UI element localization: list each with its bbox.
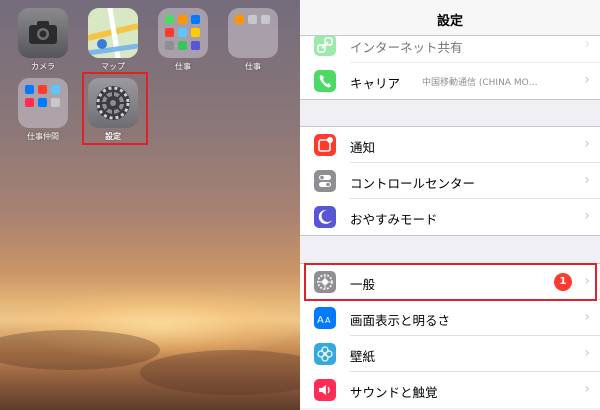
chevron-right-icon: › (584, 72, 590, 88)
chevron-right-icon: › (584, 172, 590, 188)
chevron-right-icon: › (584, 36, 590, 52)
settings-row-display-brightness[interactable]: AA 画面表示と明るさ › (300, 300, 600, 336)
folder-label: 仕事 (245, 62, 261, 71)
chevron-right-icon: › (584, 208, 590, 224)
carrier-name: 中国移動通信 (CHINA MO… (422, 78, 538, 88)
toggle-icon (314, 170, 336, 192)
cloud (140, 350, 300, 395)
settings-row-label: コントロールセンター (350, 176, 476, 191)
settings-group-network: インターネット共有 › キャリア 中国移動通信 (CHINA MO… › (300, 26, 600, 100)
settings-row-carrier[interactable]: キャリア 中国移動通信 (CHINA MO… › (300, 63, 600, 99)
page-title: 設定 (436, 14, 463, 29)
notification-icon (314, 134, 336, 156)
general-highlight-box (304, 263, 597, 301)
settings-row-sounds-haptics[interactable]: サウンドと触覚 › (300, 372, 600, 408)
settings-row-wallpaper[interactable]: 壁紙 › (300, 336, 600, 372)
chevron-right-icon: › (584, 381, 590, 397)
settings-screen: 設定 インターネット共有 › キャリア 中国移動通信 (CHINA MO… › … (300, 0, 600, 410)
settings-row-label: インターネット共有 (350, 40, 463, 55)
folder-icon[interactable] (18, 78, 68, 128)
settings-row-label: 画面表示と明るさ (350, 313, 451, 328)
settings-group-notifications: 通知 › コントロールセンター › おやすみモード › (300, 126, 600, 236)
camera-app-icon[interactable] (18, 8, 68, 58)
cloud (0, 330, 160, 370)
speaker-icon (314, 379, 336, 401)
settings-row-notifications[interactable]: 通知 › (300, 127, 600, 163)
flower-icon (314, 343, 336, 365)
maps-app-icon[interactable] (88, 8, 138, 58)
settings-row-do-not-disturb[interactable]: おやすみモード › (300, 199, 600, 235)
navigation-bar: 設定 (300, 0, 600, 36)
settings-row-label: 壁紙 (350, 349, 376, 364)
chevron-right-icon: › (584, 345, 590, 361)
settings-row-label: キャリア (350, 76, 401, 91)
camera-icon (29, 21, 57, 44)
folder-label: 仕事 (175, 62, 191, 71)
home-screen: カメラ マップ 仕事 仕事 仕事仲間 設定 (0, 0, 300, 410)
settings-row-control-center[interactable]: コントロールセンター › (300, 163, 600, 199)
settings-row-label: おやすみモード (350, 212, 438, 227)
settings-highlight-box (82, 72, 148, 145)
folder-icon[interactable] (228, 8, 278, 58)
settings-row-label: サウンドと触覚 (350, 385, 438, 400)
camera-app-label: カメラ (31, 62, 55, 71)
folder-icon[interactable] (158, 8, 208, 58)
maps-app-label: マップ (101, 62, 125, 71)
chevron-right-icon: › (584, 136, 590, 152)
settings-row-label: 通知 (350, 140, 376, 155)
svg-text:A: A (325, 316, 331, 325)
folder-label: 仕事仲間 (27, 132, 59, 141)
chevron-right-icon: › (584, 309, 590, 325)
map-icon (88, 8, 138, 58)
moon-icon (314, 206, 336, 228)
link-icon (314, 34, 336, 56)
text-size-icon: AA (314, 307, 336, 329)
phone-icon (314, 70, 336, 92)
svg-text:A: A (317, 315, 324, 326)
